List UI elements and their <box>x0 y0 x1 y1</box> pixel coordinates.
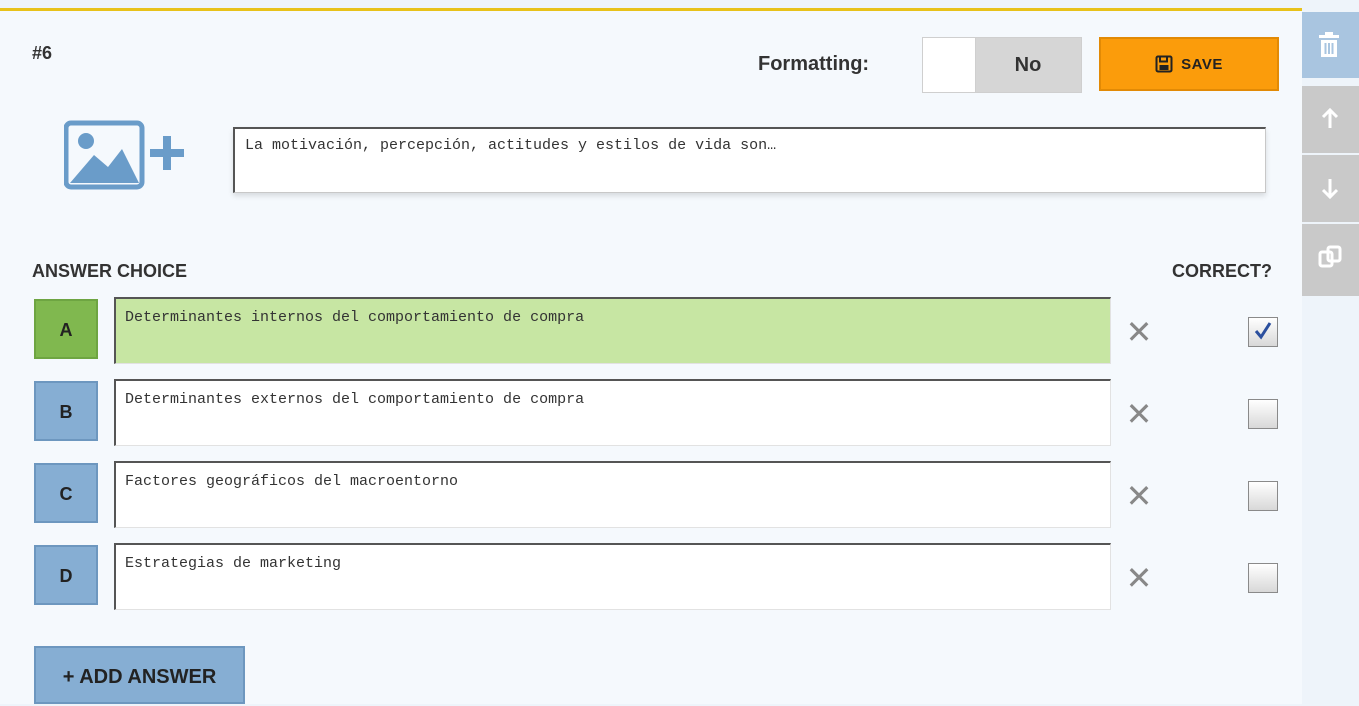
correct-checkbox[interactable] <box>1248 481 1278 511</box>
answer-row: A Determinantes internos del comportamie… <box>0 297 1302 367</box>
question-input[interactable]: La motivación, percepción, actitudes y e… <box>233 127 1266 193</box>
toggle-knob <box>923 38 976 92</box>
answer-letter: A <box>34 299 98 359</box>
remove-answer-icon[interactable]: ✕ <box>1121 396 1157 432</box>
answer-letter: B <box>34 381 98 441</box>
correct-header: CORRECT? <box>1172 261 1272 281</box>
answer-input[interactable]: Determinantes internos del comportamient… <box>114 297 1111 364</box>
remove-answer-icon[interactable]: ✕ <box>1121 314 1157 350</box>
answer-input[interactable]: Determinantes externos del comportamient… <box>114 379 1111 446</box>
correct-checkbox[interactable] <box>1248 563 1278 593</box>
save-button[interactable]: SAVE <box>1099 37 1279 91</box>
arrow-down-icon <box>1321 179 1339 200</box>
save-icon <box>1155 55 1173 73</box>
answer-letter: C <box>34 463 98 523</box>
delete-question-button[interactable] <box>1302 12 1359 78</box>
formatting-value: No <box>1014 54 1042 76</box>
add-image-button[interactable] <box>63 119 194 191</box>
correct-checkbox[interactable] <box>1248 317 1278 347</box>
move-up-button[interactable] <box>1302 86 1359 153</box>
duplicate-icon <box>1318 245 1342 268</box>
question-number: #6 <box>32 43 53 63</box>
answer-letter: D <box>34 545 98 605</box>
formatting-label: Formatting: <box>758 53 870 75</box>
arrow-up-icon <box>1321 107 1339 128</box>
duplicate-question-button[interactable] <box>1302 224 1359 296</box>
checkmark-icon <box>1254 322 1272 340</box>
remove-answer-icon[interactable]: ✕ <box>1121 478 1157 514</box>
answer-input[interactable]: Factores geográficos del macroentorno <box>114 461 1111 528</box>
answer-input[interactable]: Estrategias de marketing <box>114 543 1111 610</box>
answer-row: D Estrategias de marketing ✕ <box>0 543 1302 613</box>
move-down-button[interactable] <box>1302 155 1359 222</box>
add-answer-button[interactable]: + ADD ANSWER <box>34 646 245 704</box>
add-image-icon <box>63 120 184 190</box>
save-label: SAVE <box>1181 55 1223 73</box>
formatting-toggle[interactable]: No <box>922 37 1082 93</box>
correct-checkbox[interactable] <box>1248 399 1278 429</box>
remove-answer-icon[interactable]: ✕ <box>1121 560 1157 596</box>
answer-row: B Determinantes externos del comportamie… <box>0 379 1302 449</box>
question-card: #6 Formatting: No SAVE La motivación, pe… <box>0 8 1302 704</box>
answer-row: C Factores geográficos del macroentorno … <box>0 461 1302 531</box>
trash-icon <box>1319 32 1339 57</box>
answer-choice-header: ANSWER CHOICE <box>32 261 188 281</box>
